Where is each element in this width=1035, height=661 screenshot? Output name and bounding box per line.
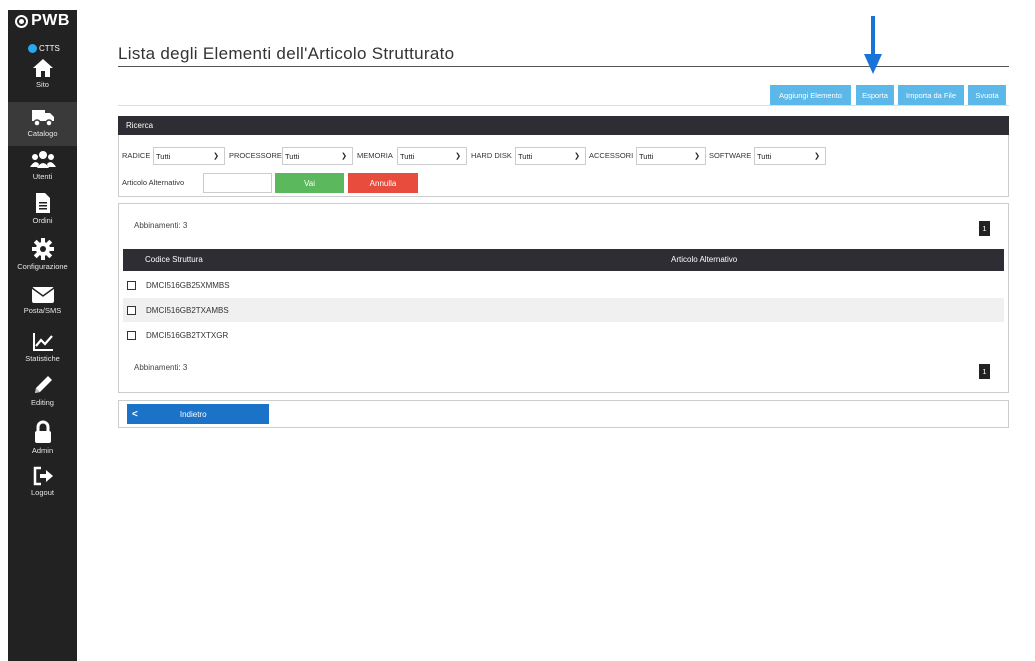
sidebar-item-label: Logout	[31, 488, 54, 497]
filter-select-accessori[interactable]: Tutti ❯	[636, 147, 706, 165]
sidebar-item-label: Sito	[36, 80, 49, 89]
row-code: DMCI516GB2TXAMBS	[146, 305, 229, 315]
clear-button[interactable]: Svuota	[968, 85, 1006, 105]
sidebar-item-catalogo[interactable]: Catalogo	[8, 102, 77, 146]
sidebar-item-label: Admin	[31, 446, 54, 455]
filter-value: Tutti	[518, 151, 533, 161]
logout-icon	[33, 466, 53, 486]
row-checkbox[interactable]	[127, 280, 136, 290]
brand-name: PWB	[31, 12, 70, 29]
lock-icon	[34, 420, 51, 443]
status-indicator: CTTS	[28, 44, 60, 53]
gear-icon	[31, 238, 54, 260]
table-row[interactable]: DMCI516GB25XMMBS	[123, 273, 1004, 297]
status-label: CTTS	[39, 44, 60, 53]
filter-label-software: SOFTWARE	[709, 151, 752, 160]
sidebar-item-label: Statistiche	[25, 354, 60, 363]
chevron-left-icon: <	[132, 408, 138, 420]
filter-value: Tutti	[400, 151, 415, 161]
filter-select-radice[interactable]: Tutti ❯	[153, 147, 225, 165]
back-button[interactable]: < Indietro	[127, 404, 269, 424]
import-file-button[interactable]: Importa da File	[898, 85, 964, 105]
alt-article-input[interactable]	[203, 173, 272, 193]
results-count-bottom: Abbinamenti: 3	[134, 363, 188, 372]
chevron-down-icon: ❯	[694, 153, 700, 160]
logo-icon	[15, 14, 29, 28]
filter-label-processore: PROCESSORE	[229, 151, 282, 160]
search-cancel-button[interactable]: Annulla	[348, 173, 418, 193]
sidebar-item-label: Configurazione	[17, 262, 68, 271]
filter-label-hard-disk: HARD DISK	[471, 151, 512, 160]
sidebar-item-label: Catalogo	[27, 129, 58, 138]
pagination-page-bottom[interactable]: 1	[979, 364, 990, 379]
chevron-down-icon: ❯	[213, 153, 219, 160]
back-button-label: Indietro	[179, 409, 207, 419]
users-icon	[29, 151, 56, 168]
status-dot-icon	[28, 44, 37, 53]
table-row[interactable]: DMCI516GB2TXAMBS	[123, 298, 1004, 322]
filter-value: Tutti	[639, 151, 654, 161]
table-header: Codice Struttura Articolo Alternativo	[123, 249, 1004, 271]
sidebar-item-utenti[interactable]: Utenti	[8, 150, 77, 190]
filter-select-hard-disk[interactable]: Tutti ❯	[515, 147, 586, 165]
sidebar-item-editing[interactable]: Editing	[8, 374, 77, 414]
search-go-button[interactable]: Vai	[275, 173, 344, 193]
sidebar-item-statistiche[interactable]: Statistiche	[8, 332, 77, 370]
export-button[interactable]: Esporta	[856, 85, 894, 105]
row-checkbox[interactable]	[127, 305, 136, 315]
chevron-down-icon: ❯	[574, 153, 580, 160]
sidebar-item-ordini[interactable]: Ordini	[8, 192, 77, 234]
search-panel-title: Ricerca	[118, 116, 1009, 135]
filter-label-accessori: ACCESSORI	[589, 151, 634, 160]
sidebar: PWB CTTS Sito Catalogo Utenti Ordini Con…	[8, 10, 77, 661]
filter-select-software[interactable]: Tutti ❯	[754, 147, 826, 165]
chevron-down-icon: ❯	[814, 153, 820, 160]
truck-icon	[31, 110, 54, 127]
sidebar-item-label: Editing	[31, 398, 54, 407]
chevron-down-icon: ❯	[341, 153, 347, 160]
sidebar-item-label: Utenti	[32, 172, 53, 181]
filter-label-radice: RADICE	[122, 151, 151, 160]
envelope-icon	[31, 287, 54, 303]
sidebar-item-label: Posta/SMS	[23, 306, 62, 315]
pencil-icon	[34, 376, 52, 393]
column-header-code[interactable]: Codice Struttura	[145, 255, 203, 264]
sidebar-item-label: Ordini	[32, 216, 53, 225]
filter-value: Tutti	[757, 151, 772, 161]
document-icon	[35, 193, 50, 213]
arrow-down-icon	[864, 16, 882, 74]
row-code: DMCI516GB2TXTXGR	[146, 330, 229, 340]
filter-value: Tutti	[156, 151, 171, 161]
table-row[interactable]: DMCI516GB2TXTXGR	[123, 323, 1004, 347]
app-root: PWB CTTS Sito Catalogo Utenti Ordini Con…	[0, 0, 1035, 661]
row-code: DMCI516GB25XMMBS	[146, 280, 230, 290]
chevron-down-icon: ❯	[455, 153, 461, 160]
add-element-button[interactable]: Aggiungi Elemento	[770, 85, 851, 105]
row-checkbox[interactable]	[127, 330, 136, 340]
alt-article-label: Articolo Alternativo	[122, 178, 185, 187]
sidebar-item-logout[interactable]: Logout	[8, 466, 77, 506]
filter-value: Tutti	[285, 151, 300, 161]
sidebar-item-admin[interactable]: Admin	[8, 420, 77, 462]
pagination-page-top[interactable]: 1	[979, 221, 990, 236]
brand-logo[interactable]: PWB	[8, 10, 77, 32]
results-count-top: Abbinamenti: 3	[134, 221, 188, 230]
filter-select-processore[interactable]: Tutti ❯	[282, 147, 353, 165]
chart-icon	[32, 333, 53, 351]
filter-label-memoria: MEMORIA	[357, 151, 393, 160]
sidebar-item-sito[interactable]: Sito	[8, 58, 77, 96]
column-header-alt[interactable]: Articolo Alternativo	[671, 255, 737, 264]
page-title: Lista degli Elementi dell'Articolo Strut…	[118, 44, 455, 63]
sidebar-item-configurazione[interactable]: Configurazione	[8, 238, 77, 280]
filter-select-memoria[interactable]: Tutti ❯	[397, 147, 467, 165]
home-icon	[32, 59, 53, 77]
sidebar-item-posta-sms[interactable]: Posta/SMS	[8, 286, 77, 324]
